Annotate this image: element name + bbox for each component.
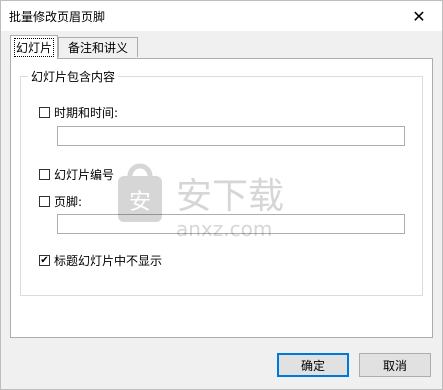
slide-number-checkbox[interactable]: 幻灯片编号 [39,166,114,183]
group-label: 幻灯片包含内容 [28,68,119,85]
footer-checkbox[interactable]: 页脚: [39,193,82,210]
tab-notes-handouts[interactable]: 备注和讲义 [58,37,138,57]
tab-slides[interactable]: 幻灯片 [10,35,58,59]
window-title: 批量修改页眉页脚 [9,10,106,24]
close-icon: ✕ [412,6,426,26]
datetime-check-box[interactable] [39,107,50,118]
datetime-input[interactable] [57,126,405,146]
footer-check-box[interactable] [39,196,50,207]
close-button[interactable]: ✕ [396,1,442,31]
slide-content-group: 幻灯片包含内容 时期和时间: 幻灯片编号 页脚: ✔ 标题幻灯片中不显示 [20,68,423,296]
hide-on-title-label: 标题幻灯片中不显示 [54,254,163,268]
tab-panel: 幻灯片包含内容 时期和时间: 幻灯片编号 页脚: ✔ 标题幻灯片中不显示 [10,58,433,338]
slide-number-check-box[interactable] [39,169,50,180]
datetime-label: 时期和时间: [54,106,119,120]
tab-slides-label: 幻灯片 [13,38,55,57]
hide-on-title-checkbox[interactable]: ✔ 标题幻灯片中不显示 [39,252,162,269]
slide-number-label: 幻灯片编号 [54,168,115,182]
dialog-footer: 确定 取消 [1,341,442,389]
ok-button[interactable]: 确定 [277,353,349,377]
datetime-checkbox[interactable]: 时期和时间: [39,104,118,121]
tab-notes-label: 备注和讲义 [67,41,128,55]
footer-input[interactable] [57,214,405,234]
dialog-window: 批量修改页眉页脚 ✕ 幻灯片 备注和讲义 幻灯片包含内容 时期和时间: 幻灯片编… [0,0,443,390]
title-bar: 批量修改页眉页脚 ✕ [1,1,442,31]
footer-label: 页脚: [54,195,83,209]
cancel-button[interactable]: 取消 [359,353,431,377]
hide-on-title-check-box[interactable]: ✔ [39,255,50,266]
